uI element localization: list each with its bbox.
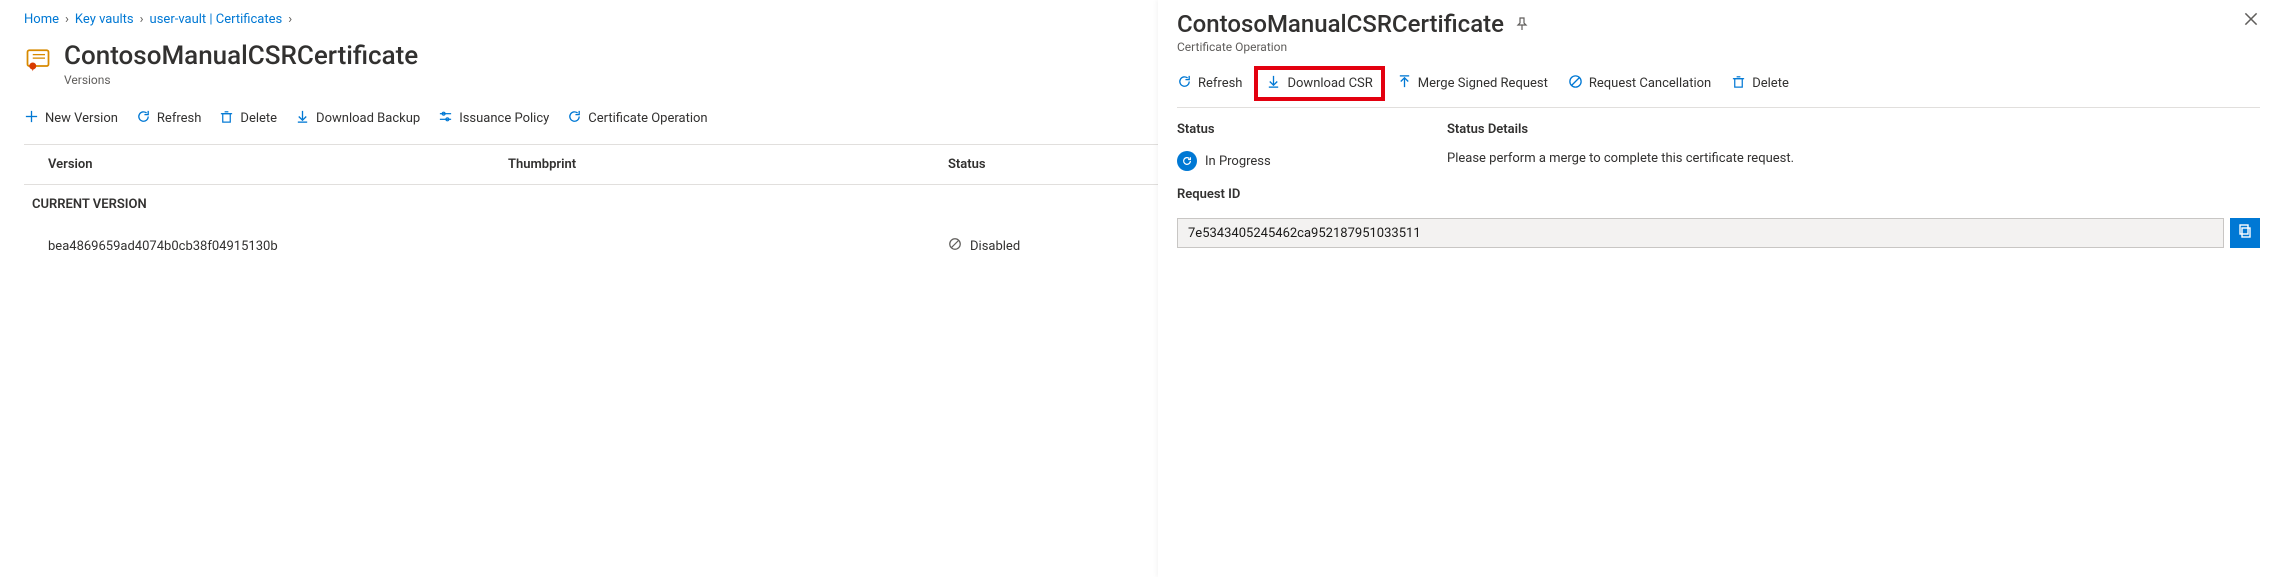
- request-id-label: Request ID: [1177, 187, 2260, 202]
- chevron-right-icon: ›: [65, 12, 69, 27]
- breadcrumb: Home › Key vaults › user-vault | Certifi…: [24, 12, 1160, 27]
- cell-status: Disabled: [970, 239, 1020, 254]
- download-icon: [295, 109, 310, 128]
- breadcrumb-home[interactable]: Home: [24, 12, 59, 27]
- close-icon[interactable]: [2242, 10, 2260, 28]
- pane-delete-label: Delete: [1752, 76, 1789, 91]
- new-version-button[interactable]: New Version: [24, 109, 118, 128]
- delete-button[interactable]: Delete: [219, 109, 277, 128]
- certificate-icon: [24, 45, 52, 73]
- delete-label: Delete: [240, 111, 277, 126]
- refresh-icon: [136, 109, 151, 128]
- upload-icon: [1397, 74, 1412, 93]
- certificate-operation-button[interactable]: Certificate Operation: [567, 109, 707, 128]
- refresh-button[interactable]: Refresh: [136, 109, 201, 128]
- refresh-icon: [1177, 74, 1192, 93]
- trash-icon: [219, 109, 234, 128]
- sync-icon: [1177, 151, 1197, 171]
- request-cancel-label: Request Cancellation: [1589, 76, 1711, 91]
- pane-title: ContosoManualCSRCertificate: [1177, 10, 1504, 38]
- download-icon: [1266, 74, 1281, 93]
- status-details-label: Status Details: [1447, 122, 2260, 137]
- cell-version: bea4869659ad4074b0cb38f04915130b: [48, 239, 508, 254]
- status-value-text: In Progress: [1205, 154, 1271, 169]
- download-csr-label: Download CSR: [1287, 76, 1372, 91]
- pane-toolbar: Refresh Download CSR Merge Signed Reques…: [1177, 70, 2260, 108]
- status-label: Status: [1177, 122, 1447, 137]
- status-details-value: Please perform a merge to complete this …: [1447, 151, 2260, 171]
- versions-table: Version Thumbprint Status CURRENT VERSIO…: [24, 144, 1160, 267]
- status-value: In Progress: [1177, 151, 1447, 171]
- new-version-label: New Version: [45, 111, 118, 126]
- pane-refresh-button[interactable]: Refresh: [1177, 74, 1242, 93]
- download-backup-button[interactable]: Download Backup: [295, 109, 420, 128]
- chevron-right-icon: ›: [140, 12, 144, 27]
- col-version: Version: [48, 157, 508, 172]
- main-toolbar: New Version Refresh Delete Download Back…: [24, 109, 1160, 138]
- trash-icon: [1731, 74, 1746, 93]
- cancel-icon: [1568, 74, 1583, 93]
- disabled-icon: [948, 237, 962, 255]
- issuance-policy-label: Issuance Policy: [459, 111, 549, 126]
- breadcrumb-keyvaults[interactable]: Key vaults: [75, 12, 134, 27]
- main-content: Home › Key vaults › user-vault | Certifi…: [0, 0, 1160, 577]
- chevron-right-icon: ›: [288, 12, 292, 27]
- download-backup-label: Download Backup: [316, 111, 420, 126]
- cert-op-icon: [567, 109, 582, 128]
- breadcrumb-certificates[interactable]: user-vault | Certificates: [150, 12, 283, 27]
- pane-refresh-label: Refresh: [1198, 76, 1242, 91]
- merge-signed-label: Merge Signed Request: [1418, 76, 1548, 91]
- table-section-current: CURRENT VERSION: [24, 185, 1160, 224]
- request-id-field[interactable]: [1177, 218, 2224, 248]
- download-csr-button[interactable]: Download CSR: [1254, 66, 1384, 101]
- sliders-icon: [438, 109, 453, 128]
- merge-signed-button[interactable]: Merge Signed Request: [1397, 74, 1548, 93]
- plus-icon: [24, 109, 39, 128]
- col-status: Status: [948, 157, 1148, 172]
- copy-icon: [2237, 223, 2253, 243]
- refresh-label: Refresh: [157, 111, 201, 126]
- pane-delete-button[interactable]: Delete: [1731, 74, 1789, 93]
- certificate-operation-label: Certificate Operation: [588, 111, 707, 126]
- copy-button[interactable]: [2230, 218, 2260, 248]
- issuance-policy-button[interactable]: Issuance Policy: [438, 109, 549, 128]
- cert-operation-pane: ContosoManualCSRCertificate Certificate …: [1158, 0, 2278, 577]
- request-cancel-button[interactable]: Request Cancellation: [1568, 74, 1711, 93]
- page-title: ContosoManualCSRCertificate: [64, 41, 418, 71]
- table-row[interactable]: bea4869659ad4074b0cb38f04915130b Disable…: [24, 224, 1160, 267]
- pane-subtitle: Certificate Operation: [1177, 40, 1530, 54]
- pin-icon[interactable]: [1514, 16, 1530, 32]
- col-thumbprint: Thumbprint: [508, 157, 948, 172]
- page-subtitle: Versions: [64, 73, 418, 87]
